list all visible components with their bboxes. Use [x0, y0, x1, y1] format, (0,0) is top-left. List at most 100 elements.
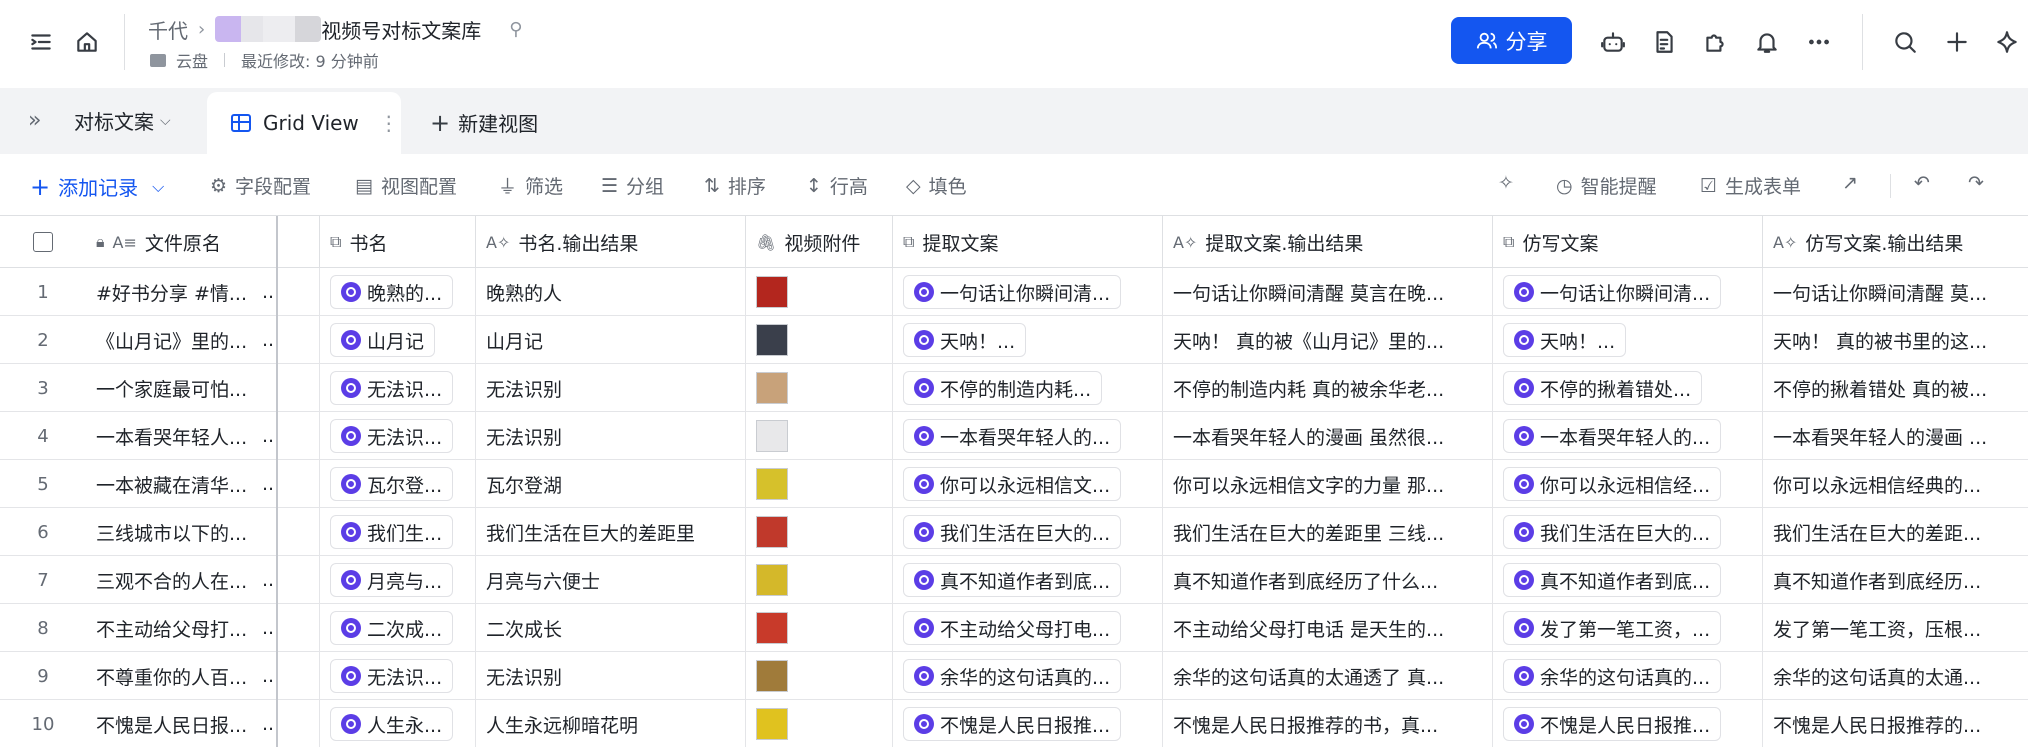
video-thumbnail[interactable]: [756, 276, 788, 308]
linked-record-pill[interactable]: 月亮与...: [330, 563, 454, 597]
cell-rewrite-output[interactable]: 一本看哭年轻人的漫画 ...: [1763, 412, 2028, 460]
linked-record-pill[interactable]: 不停的揪着错处...: [1503, 371, 1703, 405]
linked-record-pill[interactable]: 你可以永远相信经...: [1503, 467, 1722, 501]
linked-record-pill[interactable]: 一本看哭年轻人的...: [903, 419, 1122, 453]
cell-file-name[interactable]: 一本被藏在清华...: [86, 460, 262, 508]
table-row[interactable]: 2 《山月记》里的..... 山月记 山月记 天呐！... 天呐！ 真的被《山月记》里的.…: [0, 316, 2028, 364]
row-number[interactable]: 9: [0, 652, 86, 700]
video-thumbnail[interactable]: [756, 324, 788, 356]
sort-button[interactable]: ⇅ 排序: [704, 172, 766, 199]
cell-extract[interactable]: 一本看哭年轻人的...: [893, 412, 1163, 460]
column-header-book[interactable]: ⧉ 书名: [320, 216, 476, 268]
cell-book-output[interactable]: 无法识别: [476, 652, 746, 700]
cell-book-output[interactable]: 晚熟的人: [476, 268, 746, 316]
row-number[interactable]: 5: [0, 460, 86, 508]
cell-book[interactable]: 二次成...: [320, 604, 476, 652]
cell-rewrite-output[interactable]: 我们生活在巨大的差距...: [1763, 508, 2028, 556]
table-row[interactable]: 3 一个家庭最可怕... 无法识... 无法识别 不停的制造内耗... 不停的制造内耗 真…: [0, 364, 2028, 412]
cell-file-name[interactable]: 《山月记》里的...: [86, 316, 262, 364]
fill-color-button[interactable]: ◇ 填色: [906, 172, 967, 199]
video-thumbnail[interactable]: [756, 660, 788, 692]
row-height-button[interactable]: ↕ 行高: [806, 172, 868, 199]
cell-file-name[interactable]: 不愧是人民日报...: [86, 700, 262, 747]
linked-record-pill[interactable]: 余华的这句话真的...: [1503, 659, 1722, 693]
cell-video-attachment[interactable]: [746, 316, 893, 364]
cell-file-name[interactable]: #好书分享 #情...: [86, 268, 262, 316]
row-number[interactable]: 3: [0, 364, 86, 412]
table-row[interactable]: 6 三线城市以下的... 我们生... 我们生活在巨大的差距里 我们生活在巨大的... 我…: [0, 508, 2028, 556]
cell-extract-output[interactable]: 天呐！ 真的被《山月记》里的...: [1163, 316, 1493, 364]
linked-record-pill[interactable]: 瓦尔登...: [330, 467, 454, 501]
cell-file-name[interactable]: 三线城市以下的...: [86, 508, 262, 556]
share-view-button[interactable]: ↗: [1842, 172, 1858, 194]
generate-form-button[interactable]: ☑ 生成表单: [1700, 172, 1801, 199]
plugin-icon[interactable]: [1700, 27, 1730, 57]
cell-extract-output[interactable]: 余华的这句话真的太通透了 真...: [1163, 652, 1493, 700]
table-row[interactable]: 7 三观不合的人在..... 月亮与... 月亮与六便士 真不知道作者到底... 真不知道…: [0, 556, 2028, 604]
linked-record-pill[interactable]: 余华的这句话真的...: [903, 659, 1122, 693]
cell-extract[interactable]: 不主动给父母打电...: [893, 604, 1163, 652]
linked-record-pill[interactable]: 不停的制造内耗...: [903, 371, 1103, 405]
cell-rewrite-output[interactable]: 余华的这句话真的太通...: [1763, 652, 2028, 700]
cell-book[interactable]: 无法识...: [320, 652, 476, 700]
frozen-column-divider[interactable]: [276, 216, 278, 747]
bell-icon[interactable]: [1752, 27, 1782, 57]
search-icon[interactable]: [1890, 27, 1920, 57]
cell-video-attachment[interactable]: [746, 460, 893, 508]
linked-record-pill[interactable]: 无法识...: [330, 371, 454, 405]
home-icon[interactable]: [72, 27, 102, 57]
robot-icon[interactable]: [1598, 27, 1628, 57]
cell-extract[interactable]: 一句话让你瞬间清...: [893, 268, 1163, 316]
table-row[interactable]: 5 一本被藏在清华..... 瓦尔登... 瓦尔登湖 你可以永远相信文... 你可以永远相…: [0, 460, 2028, 508]
column-header-file-name[interactable]: 🔒︎ A≡ 文件原名: [86, 216, 276, 268]
cell-rewrite[interactable]: 我们生活在巨大的...: [1493, 508, 1763, 556]
chevron-down-icon[interactable]: ⌵: [152, 177, 164, 197]
doc-location[interactable]: 云盘: [176, 48, 208, 72]
cell-book[interactable]: 无法识...: [320, 364, 476, 412]
cell-book[interactable]: 山月记: [320, 316, 476, 364]
sparkle-icon[interactable]: [1992, 27, 2022, 57]
undo-button[interactable]: ↶: [1914, 172, 1930, 194]
linked-record-pill[interactable]: 无法识...: [330, 659, 454, 693]
row-number[interactable]: 10: [0, 700, 86, 747]
table-row[interactable]: 4 一本看哭年轻人..... 无法识... 无法识别 一本看哭年轻人的... 一本看哭年轻…: [0, 412, 2028, 460]
cell-hidden[interactable]: [278, 316, 320, 364]
cell-extract[interactable]: 我们生活在巨大的...: [893, 508, 1163, 556]
document-icon[interactable]: [1649, 27, 1679, 57]
cell-hidden[interactable]: [278, 556, 320, 604]
new-view-button[interactable]: + 新建视图: [430, 108, 538, 137]
row-number[interactable]: 6: [0, 508, 86, 556]
row-number[interactable]: 7: [0, 556, 86, 604]
tab-grid-view[interactable]: Grid View ⋮: [207, 92, 401, 154]
table-row[interactable]: 10 不愧是人民日报..... 人生永... 人生永远柳暗花明 不愧是人民日报推... 不…: [0, 700, 2028, 747]
cell-rewrite[interactable]: 你可以永远相信经...: [1493, 460, 1763, 508]
linked-record-pill[interactable]: 发了第一笔工资，...: [1503, 611, 1722, 645]
cell-rewrite[interactable]: 一本看哭年轻人的...: [1493, 412, 1763, 460]
share-button[interactable]: 分享: [1451, 17, 1572, 64]
cell-video-attachment[interactable]: [746, 412, 893, 460]
row-number[interactable]: 1: [0, 268, 86, 316]
sidebar-toggle-icon[interactable]: [26, 27, 56, 57]
select-all-checkbox-cell[interactable]: [0, 216, 86, 268]
cell-rewrite[interactable]: 一句话让你瞬间清...: [1493, 268, 1763, 316]
group-button[interactable]: ☰ 分组: [601, 172, 664, 199]
linked-record-pill[interactable]: 一句话让你瞬间清...: [1503, 275, 1722, 309]
cell-book-output[interactable]: 人生永远柳暗花明: [476, 700, 746, 747]
cell-video-attachment[interactable]: [746, 700, 893, 747]
pin-icon[interactable]: ⚲: [509, 19, 522, 40]
cell-book-output[interactable]: 无法识别: [476, 412, 746, 460]
video-thumbnail[interactable]: [756, 372, 788, 404]
video-thumbnail[interactable]: [756, 516, 788, 548]
cell-extract-output[interactable]: 一本看哭年轻人的漫画 虽然很...: [1163, 412, 1493, 460]
table-row[interactable]: 1 #好书分享 #情..... 晚熟的... 晚熟的人 一句话让你瞬间清... 一句话让你…: [0, 268, 2028, 316]
column-header-video[interactable]: 🖇︎ 视频附件: [746, 216, 893, 268]
linked-record-pill[interactable]: 山月记: [330, 323, 436, 357]
select-all-checkbox[interactable]: [33, 232, 53, 252]
cell-hidden[interactable]: [278, 412, 320, 460]
linked-record-pill[interactable]: 不愧是人民日报推...: [1503, 707, 1722, 741]
cell-hidden[interactable]: [278, 652, 320, 700]
linked-record-pill[interactable]: 二次成...: [330, 611, 454, 645]
video-thumbnail[interactable]: [756, 420, 788, 452]
linked-record-pill[interactable]: 不愧是人民日报推...: [903, 707, 1122, 741]
cell-book-output[interactable]: 我们生活在巨大的差距里: [476, 508, 746, 556]
